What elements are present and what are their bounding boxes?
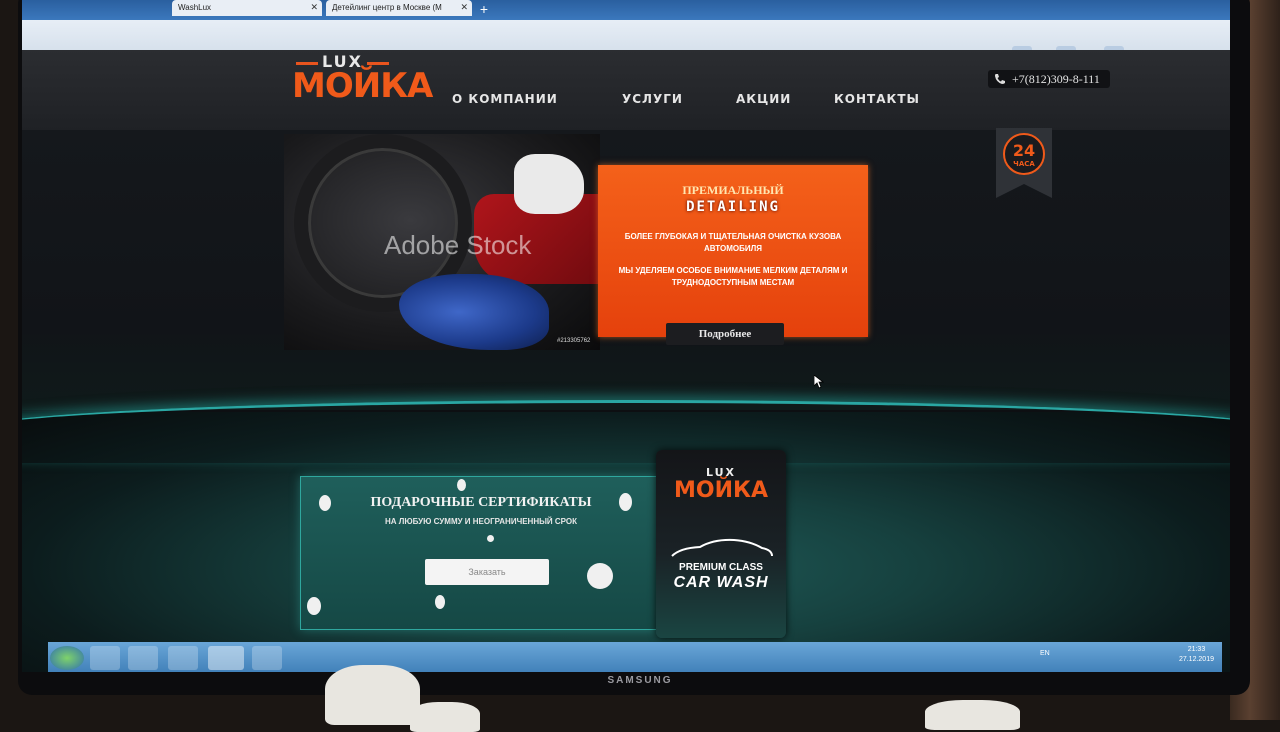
new-tab-button[interactable]: + xyxy=(477,2,491,16)
taskbar-app[interactable] xyxy=(90,646,120,670)
water-drop xyxy=(319,495,331,511)
promo-subtitle: DETAILING xyxy=(686,199,780,215)
order-button[interactable]: Заказать xyxy=(425,559,549,585)
taskbar-app[interactable] xyxy=(168,646,198,670)
gift-card: LUX МОЙКА PREMIUM CLASS CAR WASH xyxy=(656,450,786,638)
browser-tab[interactable]: WashLux ✕ xyxy=(172,0,322,16)
site-logo[interactable]: LUX МОЙКА xyxy=(292,52,433,108)
car-silhouette-icon xyxy=(671,538,773,557)
browser-tab-bar: WashLux ✕ Детейлинг центр в Москве (М ✕ … xyxy=(22,0,1230,20)
water-drop xyxy=(619,493,632,511)
badge-number: 24 xyxy=(1013,141,1035,160)
more-button[interactable]: Подробнее xyxy=(666,323,784,345)
nav-item-about[interactable]: О компании xyxy=(452,92,558,106)
gloved-hand xyxy=(514,154,584,214)
nav-item-contacts[interactable]: Контакты xyxy=(834,92,920,106)
gift-title: ПОДАРОЧНЫЕ СЕРТИФИКАТЫ xyxy=(370,495,592,510)
browser-toolbar xyxy=(22,20,1230,60)
language-indicator[interactable]: EN xyxy=(1040,650,1050,657)
section-divider xyxy=(22,400,1230,463)
water-drop xyxy=(307,597,321,615)
tab-title: WashLux xyxy=(178,3,212,12)
water-drop xyxy=(457,479,466,491)
phone-icon xyxy=(995,74,1005,84)
windows-taskbar: EN 21:33 27.12.2019 xyxy=(48,642,1222,672)
clock-date: 27.12.2019 xyxy=(1178,656,1214,663)
gift-subtitle: НА ЛЮБУЮ СУММУ И НЕОГРАНИЧЕННЫЙ СРОК xyxy=(384,517,578,526)
taskbar-app-active[interactable] xyxy=(208,646,244,670)
clock-time: 21:33 xyxy=(1187,646,1206,653)
monitor-brand: SAMSUNG xyxy=(607,675,673,686)
bottle-cap xyxy=(925,700,1020,730)
tab-title: Детейлинг центр в Москве (М xyxy=(332,3,442,12)
mouse-cursor-icon xyxy=(814,375,824,389)
water-drop xyxy=(587,563,613,589)
system-clock[interactable]: 21:33 27.12.2019 xyxy=(1179,645,1214,665)
monitor-screen: WashLux ✕ Детейлинг центр в Москве (М ✕ … xyxy=(22,0,1230,672)
taskbar-app[interactable] xyxy=(252,646,282,670)
browser-tab[interactable]: Детейлинг центр в Москве (М ✕ xyxy=(326,0,472,16)
card-logo-main: МОЙКА xyxy=(673,478,768,503)
bottle-cap xyxy=(325,665,420,725)
card-line-1: PREMIUM CLASS xyxy=(679,562,763,573)
water-drop xyxy=(435,595,445,609)
promo-text-1: БОЛЕЕ ГЛУБОКАЯ И ТЩАТЕЛЬНАЯ ОЧИСТКА КУЗО… xyxy=(624,232,842,253)
promo-title: ПРЕМИАЛЬНЫЙ xyxy=(682,183,784,197)
start-button[interactable] xyxy=(50,646,84,670)
phone-text: +7(812)309-8-111 xyxy=(1012,72,1100,86)
microfiber-cloth xyxy=(399,274,549,350)
promo-text-2: МЫ УДЕЛЯЕМ ОСОБОЕ ВНИМАНИЕ МЕЛКИМ ДЕТАЛЯ… xyxy=(618,266,848,287)
nav-item-services[interactable]: Услуги xyxy=(622,92,683,106)
close-icon[interactable]: ✕ xyxy=(310,2,318,13)
gift-certificate-box: ПОДАРОЧНЫЕ СЕРТИФИКАТЫ НА ЛЮБУЮ СУММУ И … xyxy=(300,476,662,630)
taskbar-app[interactable] xyxy=(128,646,158,670)
bottle-cap xyxy=(410,702,480,732)
stock-watermark: Adobe Stock xyxy=(384,230,532,260)
water-drop xyxy=(487,535,494,542)
card-line-2: CAR WASH xyxy=(673,574,769,591)
close-icon[interactable]: ✕ xyxy=(460,2,468,13)
site-header: LUX МОЙКА О компании Услуги Акции Контак… xyxy=(22,50,1230,132)
stock-id: #213305762 xyxy=(557,338,591,344)
promo-box: ПРЕМИАЛЬНЫЙ DETAILING БОЛЕЕ ГЛУБОКАЯ И Т… xyxy=(598,165,868,337)
logo-main: МОЙКА xyxy=(292,66,433,106)
nav-item-promos[interactable]: Акции xyxy=(736,92,791,106)
hero-photo: Adobe Stock #213305762 xyxy=(284,134,600,350)
badge-24h: 24 ЧАСА xyxy=(996,128,1052,198)
badge-label: ЧАСА xyxy=(1013,160,1035,168)
phone-number[interactable]: +7(812)309-8-111 xyxy=(988,70,1110,88)
